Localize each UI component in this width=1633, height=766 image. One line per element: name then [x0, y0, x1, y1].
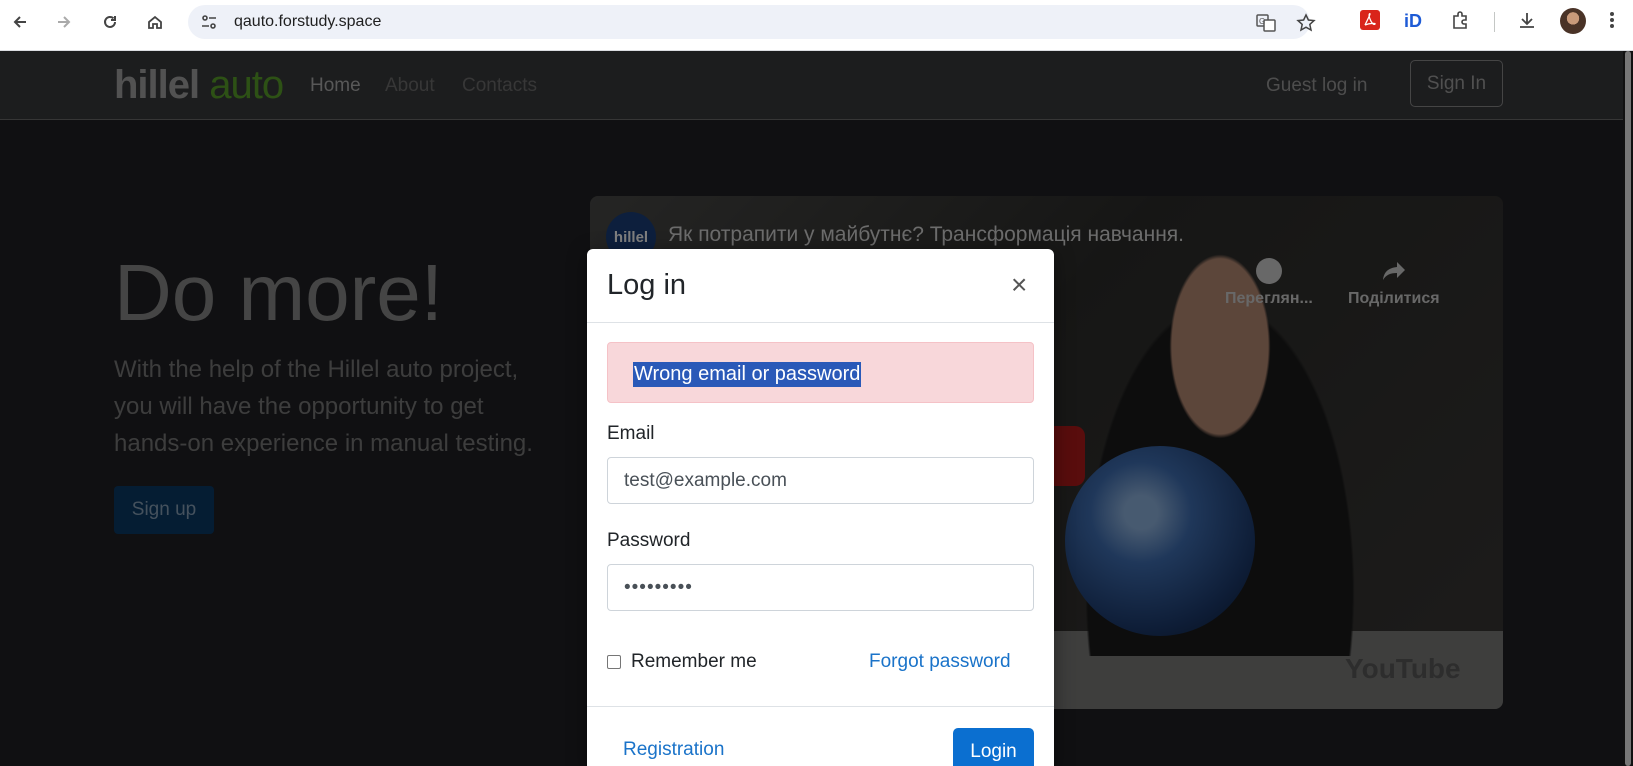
home-icon[interactable]: [141, 8, 169, 36]
registration-link[interactable]: Registration: [623, 739, 724, 761]
svg-text:G: G: [1259, 17, 1265, 26]
password-field[interactable]: •••••••••: [607, 564, 1034, 611]
site-header: hillel auto Home About Contacts Guest lo…: [0, 51, 1623, 120]
share-button[interactable]: Поділитися: [1348, 258, 1440, 308]
forward-icon[interactable]: [50, 8, 78, 36]
watch-later-label: Переглян...: [1225, 290, 1313, 307]
share-label: Поділитися: [1348, 290, 1440, 307]
back-icon[interactable]: [6, 8, 34, 36]
logo-text-auto: auto: [209, 63, 284, 107]
email-label: Email: [607, 423, 655, 444]
scrollbar-thumb[interactable]: [1625, 51, 1631, 766]
remember-me-label[interactable]: Remember me: [631, 651, 757, 673]
menu-kebab-icon[interactable]: [1600, 8, 1624, 32]
youtube-logo[interactable]: YouTube: [1345, 653, 1461, 685]
pdf-extension-icon[interactable]: [1358, 8, 1382, 32]
email-field[interactable]: test@example.com: [607, 457, 1034, 504]
nav-contacts[interactable]: Contacts: [462, 75, 537, 97]
remember-me-checkbox[interactable]: [607, 655, 621, 669]
password-label: Password: [607, 530, 691, 551]
error-message: Wrong email or password: [633, 362, 862, 387]
error-alert: Wrong email or password: [607, 342, 1034, 403]
reload-icon[interactable]: [96, 8, 124, 36]
toolbar-divider: [1494, 12, 1495, 32]
page-scrollbar[interactable]: [1623, 51, 1633, 766]
nav-home[interactable]: Home: [310, 75, 361, 97]
hero-description: With the help of the Hillel auto project…: [114, 356, 533, 457]
site-settings-icon[interactable]: [200, 13, 218, 36]
profile-avatar[interactable]: [1560, 8, 1586, 34]
extensions-puzzle-icon[interactable]: [1448, 8, 1472, 32]
sign-up-button[interactable]: Sign up: [114, 486, 214, 534]
address-bar[interactable]: qauto.forstudy.space G: [188, 5, 1316, 39]
modal-title: Log in: [607, 269, 687, 301]
svg-text:iD: iD: [1404, 11, 1422, 31]
close-icon[interactable]: ×: [1011, 271, 1027, 299]
url-text[interactable]: qauto.forstudy.space: [234, 13, 381, 31]
bookmark-star-icon[interactable]: [1296, 13, 1316, 38]
browser-toolbar: qauto.forstudy.space G iD: [0, 0, 1633, 51]
logo-text-hillel: hillel: [114, 63, 200, 107]
video-title[interactable]: Як потрапити у майбутнє? Трансформація н…: [668, 223, 1184, 247]
id-extension-icon[interactable]: iD: [1402, 8, 1426, 32]
nav-about[interactable]: About: [385, 75, 435, 97]
modal-footer-divider: [587, 706, 1054, 707]
download-icon[interactable]: [1515, 8, 1539, 32]
modal-header-divider: [587, 322, 1054, 323]
site-logo[interactable]: hillel auto: [114, 63, 284, 108]
share-icon: [1381, 258, 1407, 284]
hero-title: Do more!: [114, 248, 443, 337]
login-button[interactable]: Login: [953, 728, 1034, 766]
translate-icon[interactable]: G: [1256, 13, 1276, 38]
forgot-password-link[interactable]: Forgot password: [869, 651, 1011, 673]
login-modal: Log in × Wrong email or password Email t…: [587, 249, 1054, 766]
clock-icon: [1255, 258, 1282, 284]
sign-in-button[interactable]: Sign In: [1410, 60, 1503, 107]
video-earth-globe: [1065, 446, 1255, 636]
guest-login-link[interactable]: Guest log in: [1266, 75, 1367, 97]
watch-later-button[interactable]: Переглян...: [1225, 258, 1313, 308]
